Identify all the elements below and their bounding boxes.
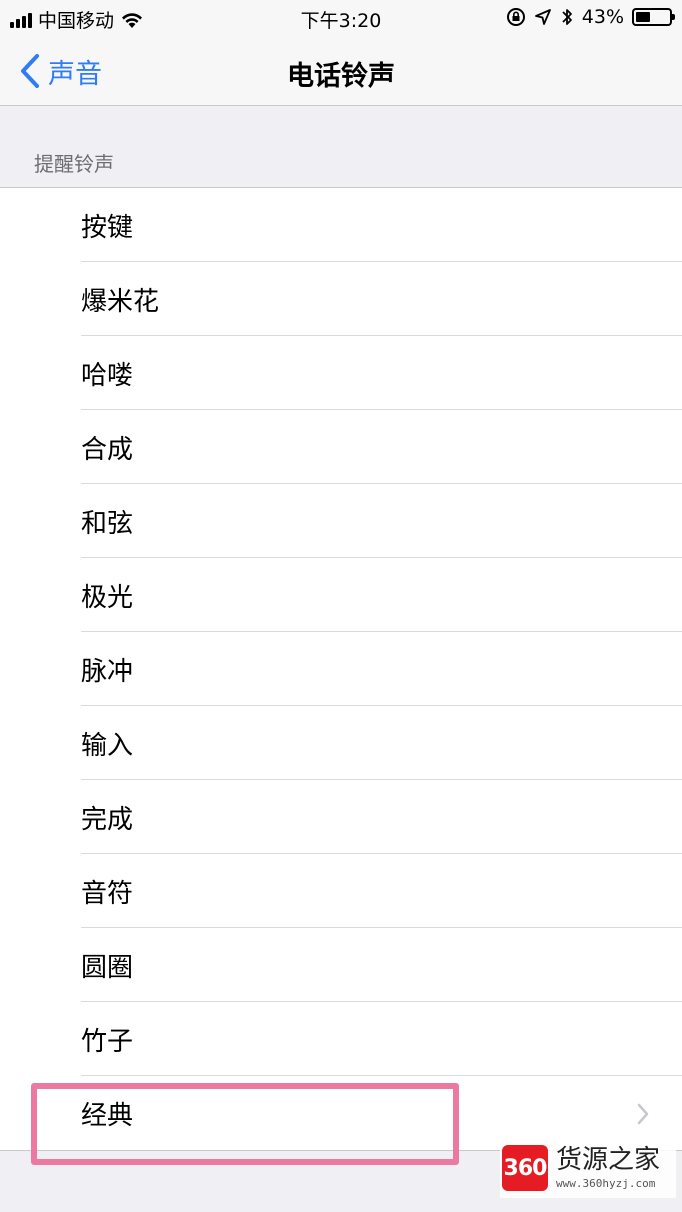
navigation-bar: 声音 电话铃声 — [0, 36, 682, 106]
tone-item[interactable]: 圆圈 — [0, 928, 682, 1002]
tone-item[interactable]: 音符 — [0, 854, 682, 928]
location-arrow-icon — [534, 9, 551, 25]
chevron-right-icon — [637, 1103, 649, 1125]
watermark-url: www.360hyzj.com — [556, 1176, 656, 1190]
tone-item[interactable]: 爆米花 — [0, 262, 682, 336]
tone-item[interactable]: 哈喽 — [0, 336, 682, 410]
tone-item[interactable]: 输入 — [0, 706, 682, 780]
tone-item[interactable]: 合成 — [0, 410, 682, 484]
alert-tone-list: 按键爆米花哈喽合成和弦极光脉冲输入完成音符圆圈竹子经典 — [0, 187, 682, 1151]
watermark-logo: 360 — [502, 1145, 548, 1191]
tone-label: 竹子 — [81, 1026, 134, 1057]
tone-item[interactable]: 完成 — [0, 780, 682, 854]
tone-item[interactable]: 脉冲 — [0, 632, 682, 706]
battery-level — [636, 12, 650, 22]
watermark: 360 货源之家 www.360hyzj.com — [500, 1138, 676, 1198]
tone-item[interactable]: 竹子 — [0, 1002, 682, 1076]
tone-label: 完成 — [81, 804, 134, 835]
tone-label: 音符 — [81, 878, 134, 909]
tone-label: 经典 — [81, 1100, 134, 1131]
tone-label: 输入 — [81, 730, 134, 761]
tone-label: 哈喽 — [81, 360, 134, 391]
tone-label: 合成 — [81, 434, 134, 465]
tone-label: 圆圈 — [81, 952, 134, 983]
watermark-text: 货源之家 www.360hyzj.com — [556, 1147, 660, 1190]
section-header: 提醒铃声 — [34, 152, 114, 176]
page-title: 电话铃声 — [287, 61, 395, 92]
tone-label: 按键 — [81, 212, 134, 243]
tone-item[interactable]: 和弦 — [0, 484, 682, 558]
status-right: 43% — [506, 6, 675, 28]
tone-label: 极光 — [81, 582, 134, 613]
tone-label: 爆米花 — [81, 286, 160, 317]
battery-percent: 43% — [581, 6, 624, 28]
tone-item[interactable]: 按键 — [0, 188, 682, 262]
watermark-name: 货源之家 — [556, 1144, 661, 1175]
tone-label: 脉冲 — [81, 656, 134, 687]
battery-icon — [632, 8, 675, 26]
bluetooth-icon — [562, 9, 572, 25]
tone-item[interactable]: 极光 — [0, 558, 682, 632]
orientation-lock-icon — [506, 8, 525, 26]
tone-label: 和弦 — [81, 508, 134, 539]
status-bar: 中国移动 下午3:20 43% — [0, 0, 682, 36]
